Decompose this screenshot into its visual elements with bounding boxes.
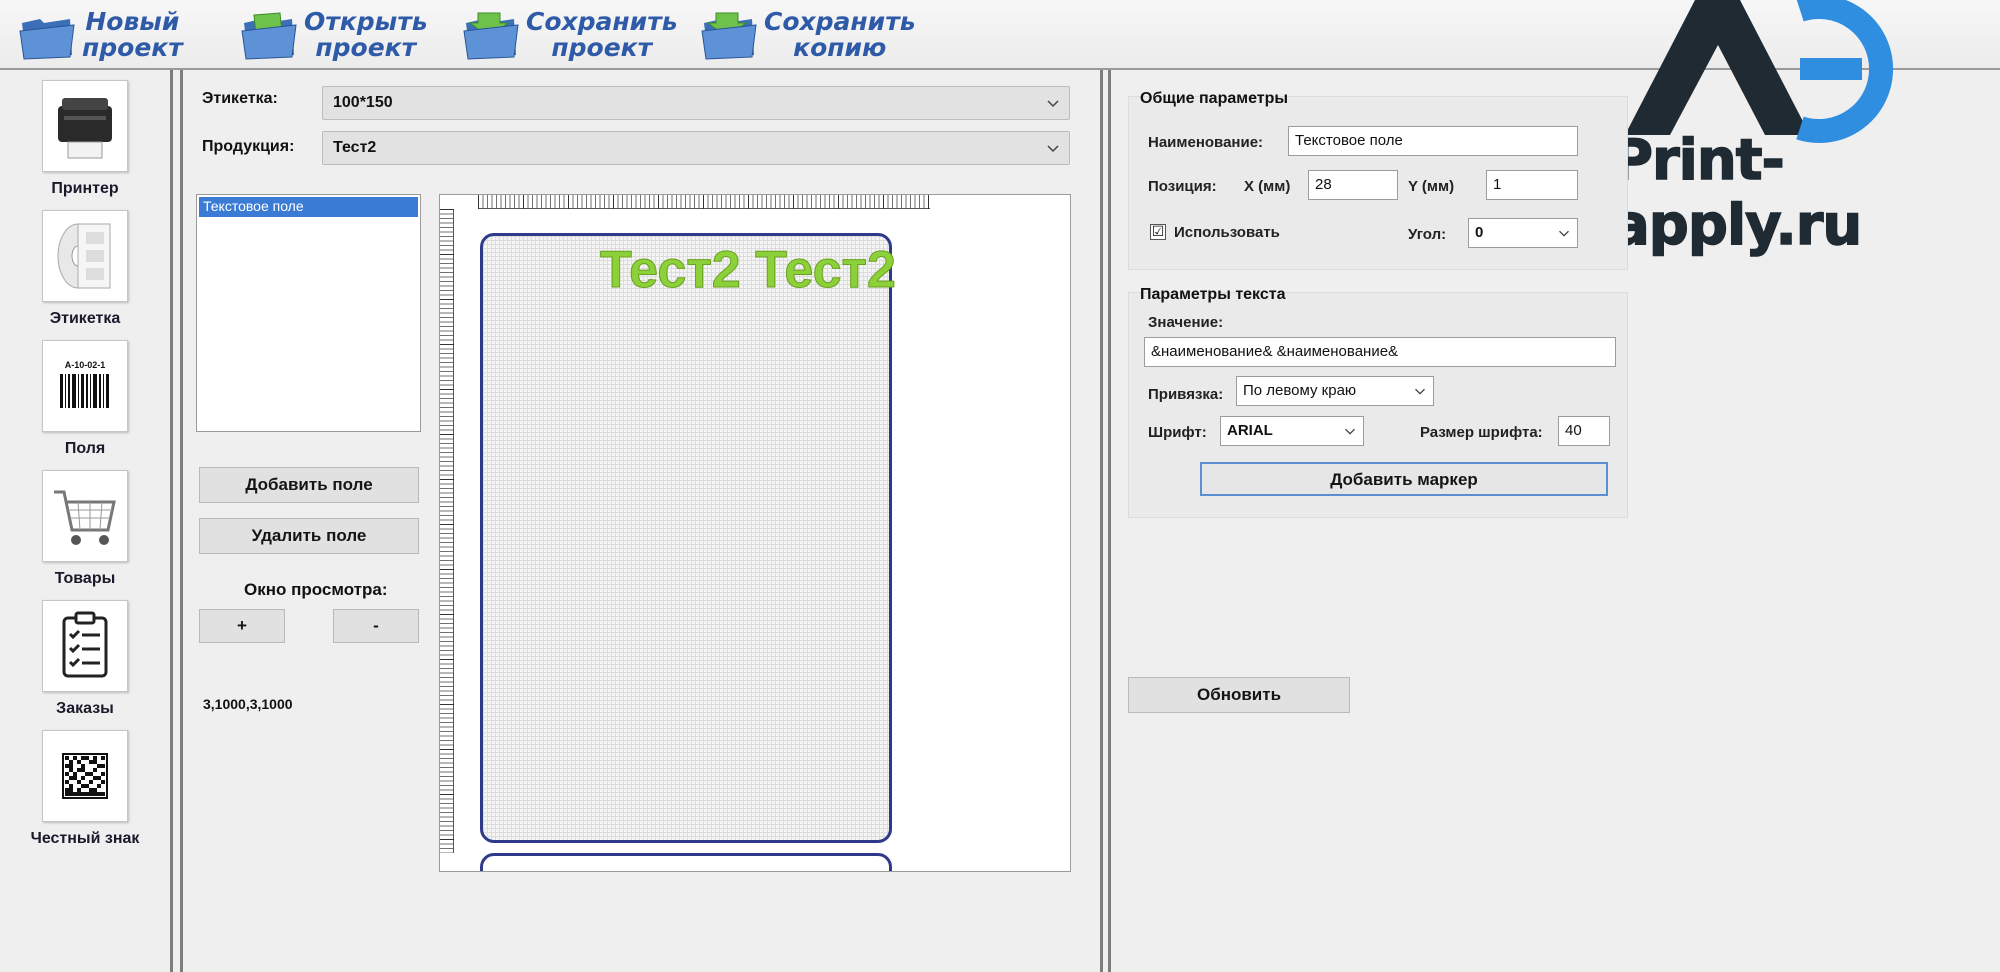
save-copy-label-2: копию: [793, 33, 887, 62]
datamatrix-icon: [62, 753, 108, 799]
goods-tile: [42, 470, 128, 562]
panel-separator: [1100, 70, 1103, 972]
clipboard-checklist-icon: [62, 611, 108, 678]
remove-field-button[interactable]: Удалить поле: [199, 518, 419, 554]
nav-separator-2: [180, 70, 183, 972]
value-field[interactable]: &наименование& &наименование&: [1144, 337, 1616, 367]
angle-select[interactable]: 0: [1468, 218, 1578, 248]
panel-separator-2: [1108, 70, 1111, 972]
align-value: По левому краю: [1243, 382, 1357, 399]
product-select-value: Тест2: [333, 139, 377, 156]
printer-tile: [42, 80, 128, 172]
label-preview-canvas[interactable]: Тест2 Тест2: [439, 194, 1071, 872]
angle-value: 0: [1475, 224, 1484, 241]
chevron-down-icon: [1345, 428, 1355, 435]
save-folder-icon: [463, 12, 519, 60]
y-field[interactable]: 1: [1486, 170, 1578, 200]
save-copy-button[interactable]: Сохранить копию: [700, 6, 916, 64]
open-folder-icon: [241, 12, 297, 60]
product-select-caption: Продукция:: [202, 138, 295, 155]
nav-separator: [170, 70, 173, 972]
label-roll-icon: [57, 223, 111, 289]
label-area: [480, 233, 892, 843]
save-project-label-2: проект: [551, 33, 653, 62]
ruler-left: [440, 209, 454, 853]
font-size-field[interactable]: 40: [1558, 416, 1610, 446]
honest-sign-tile: [42, 730, 128, 822]
zoom-in-button[interactable]: +: [199, 609, 285, 643]
new-project-label-1: Новый: [85, 7, 180, 36]
list-item[interactable]: Текстовое поле: [199, 197, 418, 217]
nav-printer[interactable]: Принтер: [10, 80, 160, 198]
fields-tile: A-10-02-1: [42, 340, 128, 432]
value-caption: Значение:: [1148, 314, 1224, 331]
ruler-top: [478, 195, 930, 209]
use-caption: Использовать: [1174, 224, 1280, 241]
name-field[interactable]: Текстовое поле: [1288, 126, 1578, 156]
refresh-button[interactable]: Обновить: [1128, 677, 1350, 713]
shopping-cart-icon: [54, 490, 116, 545]
add-marker-button[interactable]: Добавить маркер: [1200, 462, 1608, 496]
nav-fields[interactable]: A-10-02-1 Поля: [10, 340, 160, 458]
new-project-button[interactable]: Новый проект: [18, 6, 183, 64]
printer-icon: [58, 98, 112, 159]
use-checkbox[interactable]: ☑: [1150, 224, 1166, 240]
angle-caption: Угол:: [1408, 226, 1447, 243]
save-project-label-1: Сохранить: [526, 7, 678, 36]
canvas-text-field[interactable]: Тест2 Тест2: [600, 240, 897, 300]
barcode-caption: A-10-02-1: [65, 360, 106, 370]
open-project-label-2: проект: [315, 33, 417, 62]
size-caption: Размер шрифта:: [1420, 424, 1543, 441]
chevron-down-icon: [1047, 145, 1059, 153]
text-params-title: Параметры текста: [1140, 286, 1286, 303]
position-caption: Позиция:: [1148, 178, 1217, 195]
save-copy-folder-icon: [701, 12, 757, 60]
font-value: ARIAL: [1227, 422, 1273, 439]
chevron-down-icon: [1559, 230, 1569, 237]
chevron-down-icon: [1415, 388, 1425, 395]
barcode-icon: A-10-02-1: [60, 360, 109, 408]
new-project-label-2: проект: [82, 33, 183, 62]
nav-honest-sign-label: Честный знак: [30, 830, 140, 847]
name-caption: Наименование:: [1148, 134, 1264, 151]
label-select-value: 100*150: [333, 94, 393, 111]
nav-goods[interactable]: Товары: [10, 470, 160, 588]
nav-goods-label: Товары: [54, 570, 116, 587]
nav-printer-label: Принтер: [51, 180, 119, 197]
coords-readout: 3,1000,3,1000: [203, 696, 293, 712]
nav-label[interactable]: Этикетка: [10, 210, 160, 328]
font-caption: Шрифт:: [1148, 424, 1207, 441]
add-field-button[interactable]: Добавить поле: [199, 467, 419, 503]
align-caption: Привязка:: [1148, 386, 1224, 403]
nav-orders-label: Заказы: [56, 700, 114, 717]
fields-list[interactable]: Текстовое поле: [196, 194, 421, 432]
align-select[interactable]: По левому краю: [1236, 376, 1434, 406]
open-project-button[interactable]: Открыть проект: [240, 6, 428, 64]
logo-text: Print-apply.ru: [1611, 127, 1863, 259]
chevron-down-icon: [1047, 100, 1059, 108]
nav-fields-label: Поля: [64, 440, 106, 457]
nav-honest-sign[interactable]: Честный знак: [10, 730, 160, 848]
orders-tile: [42, 600, 128, 692]
open-project-label-1: Открыть: [304, 7, 428, 36]
nav-orders[interactable]: Заказы: [10, 600, 160, 718]
zoom-out-button[interactable]: -: [333, 609, 419, 643]
save-project-button[interactable]: Сохранить проект: [462, 6, 678, 64]
label-select[interactable]: 100*150: [322, 86, 1070, 120]
preview-title: Окно просмотра:: [244, 580, 388, 599]
label-tile: [42, 210, 128, 302]
label-select-caption: Этикетка:: [202, 90, 278, 107]
nav-label-label: Этикетка: [49, 310, 121, 327]
x-caption: X (мм): [1244, 178, 1291, 195]
x-field[interactable]: 28: [1308, 170, 1398, 200]
general-params-title: Общие параметры: [1140, 90, 1289, 107]
folder-icon: [19, 19, 75, 60]
save-copy-label-1: Сохранить: [764, 7, 916, 36]
y-caption: Y (мм): [1408, 178, 1455, 195]
font-select[interactable]: ARIAL: [1220, 416, 1364, 446]
next-label-area: [480, 853, 892, 871]
product-select[interactable]: Тест2: [322, 131, 1070, 165]
